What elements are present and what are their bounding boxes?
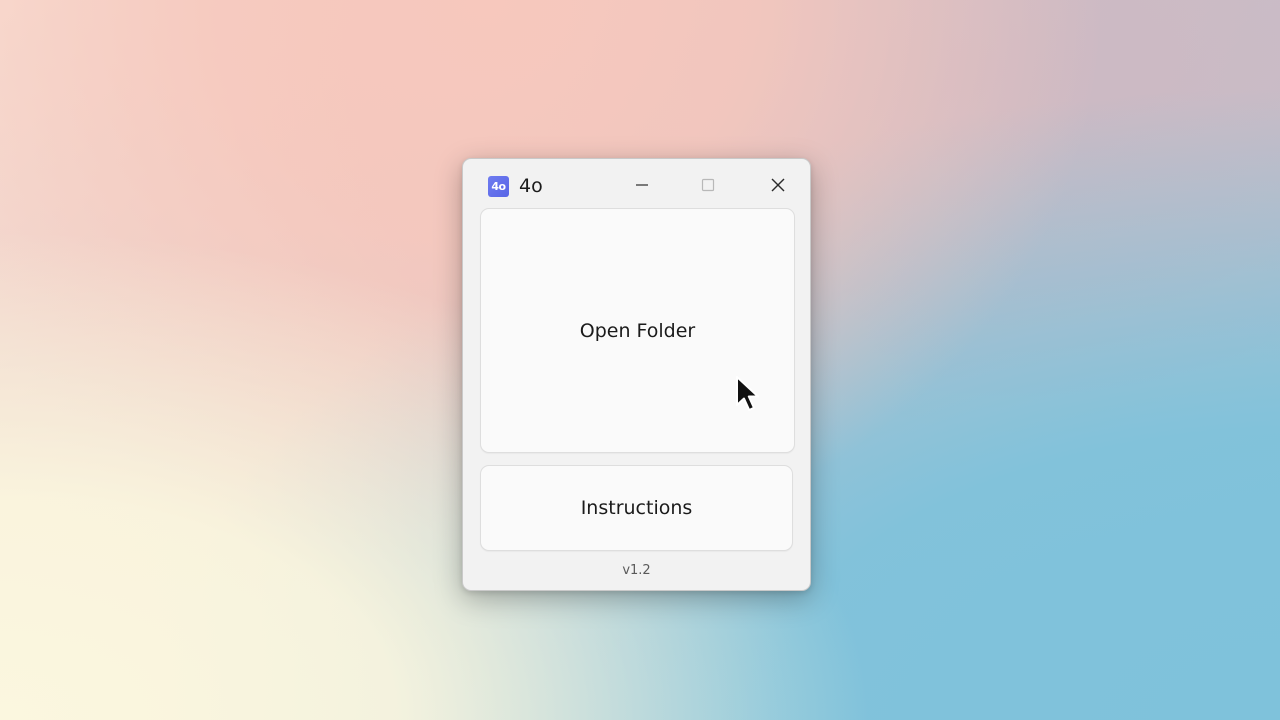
close-icon xyxy=(771,178,785,192)
open-folder-button[interactable]: Open Folder xyxy=(480,208,795,453)
minimize-button[interactable] xyxy=(619,163,665,207)
instructions-button[interactable]: Instructions xyxy=(480,465,793,551)
instructions-label: Instructions xyxy=(580,497,693,519)
minimize-icon xyxy=(636,184,648,186)
open-folder-label: Open Folder xyxy=(579,319,696,342)
app-logo-icon: 4o xyxy=(488,176,509,197)
maximize-icon xyxy=(701,178,715,192)
maximize-button[interactable] xyxy=(685,163,731,207)
mouse-pointer-icon xyxy=(736,376,759,411)
title-bar[interactable]: 4o 4o xyxy=(463,159,810,209)
close-button[interactable] xyxy=(755,163,801,207)
window-title: 4o xyxy=(519,175,543,197)
version-label: v1.2 xyxy=(622,563,651,578)
